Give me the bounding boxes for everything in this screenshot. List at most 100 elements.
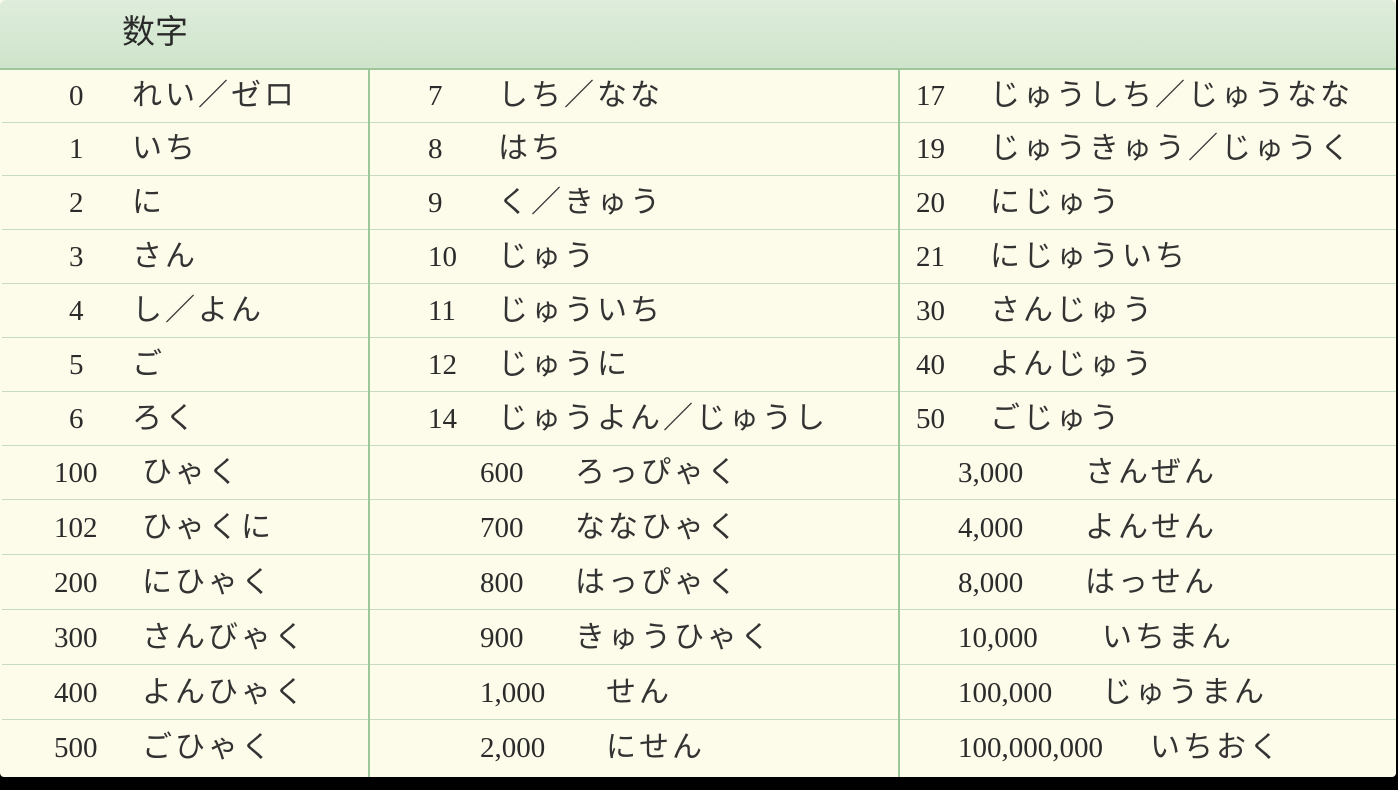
table-row: 5ご [2, 339, 368, 392]
table-header: 数字 [0, 0, 1396, 70]
table-row: 900 きゅうひゃく [370, 612, 898, 665]
number-value: 4,000 [958, 512, 1024, 544]
number-reading: れい／ゼロ [132, 78, 297, 113]
number-value: 12 [428, 349, 457, 381]
number-value: 200 [54, 567, 98, 599]
table-row: 4,000 よんせん [900, 502, 1396, 555]
table-row: 12 じゅうに [370, 339, 898, 392]
number-value: 21 [916, 241, 945, 273]
number-value: 50 [916, 403, 945, 435]
number-reading: じゅう [498, 239, 597, 274]
number-reading: にひゃく [142, 565, 274, 600]
number-value: 0 [69, 80, 84, 112]
number-reading: さん [132, 239, 198, 274]
number-reading: はっせん [1085, 565, 1217, 600]
number-reading: せん [606, 675, 672, 710]
table-row: 8,000 はっせん [900, 557, 1396, 610]
table-row: 0 れい／ゼロ [2, 70, 368, 123]
number-value: 20 [916, 187, 945, 219]
number-reading: よんひゃく [142, 675, 307, 710]
number-value: 1,000 [480, 677, 546, 709]
table-row: 4 し／よん [2, 285, 368, 338]
table-row: 100,000,000 いちおく [900, 722, 1396, 774]
number-reading: はち [498, 131, 564, 166]
number-value: 2,000 [480, 732, 546, 764]
number-reading: ななひゃく [575, 510, 740, 545]
table-row: 700 ななひゃく [370, 502, 898, 555]
number-reading: に [132, 185, 165, 220]
number-value: 10 [428, 241, 457, 273]
number-value: 14 [428, 403, 457, 435]
number-value: 800 [480, 567, 524, 599]
number-reading: さんびゃく [142, 620, 307, 655]
table-row: 10,000 いちまん [900, 612, 1396, 665]
number-reading: さんぜん [1085, 455, 1217, 490]
number-value: 900 [480, 622, 524, 654]
table-row: 1,000 せん [370, 667, 898, 720]
number-value: 102 [54, 512, 98, 544]
number-reading: く／きゅう [498, 185, 663, 220]
numbers-table: 数字 0 れい／ゼロ 1 いち 2 に 3 さん 4 し／よん 5 ご 6 ろく 100 ひゃく 102 ひゃくに… [0, 0, 1396, 777]
number-value: 9 [428, 187, 443, 219]
number-value: 40 [916, 349, 945, 381]
number-reading: ろく [132, 401, 198, 436]
number-reading: よんせん [1085, 510, 1217, 545]
table-row: 400 よんひゃく [2, 667, 368, 720]
number-value: 400 [54, 677, 98, 709]
table-row: 2,000 にせん [370, 722, 898, 774]
number-reading: ごひゃく [142, 730, 274, 765]
table-row: 20 にじゅう [900, 177, 1396, 230]
table-row: 1 いち [2, 123, 368, 176]
number-value: 10,000 [958, 622, 1038, 654]
number-reading: ろっぴゃく [575, 455, 740, 490]
number-reading: いちまん [1102, 620, 1234, 655]
table-row: 40 よんじゅう [900, 339, 1396, 392]
number-reading: ひゃくに [142, 510, 274, 545]
number-reading: いち [132, 131, 198, 166]
number-value: 1 [69, 133, 84, 165]
number-reading: はっぴゃく [575, 565, 740, 600]
number-value: 100 [54, 457, 98, 489]
table-row: 3 さん [2, 231, 368, 284]
number-value: 100,000 [958, 677, 1053, 709]
table-row: 11 じゅういち [370, 285, 898, 338]
table-row: 6 ろく [2, 393, 368, 446]
column-3: 17 じゅうしち／じゅうなな 19 じゅうきゅう／じゅうく 20 にじゅう 21 にじゅういち… [900, 70, 1396, 777]
table-row: 300 さんびゃく [2, 612, 368, 665]
table-row: 19 じゅうきゅう／じゅうく [900, 123, 1396, 176]
number-value: 4 [69, 295, 84, 327]
column-1: 0 れい／ゼロ 1 いち 2 に 3 さん 4 し／よん 5 ご 6 ろく 100 ひゃく 102 ひゃくに 200… [2, 70, 370, 777]
table-row: 2に [2, 177, 368, 230]
number-value: 17 [916, 80, 945, 112]
table-row: 14 じゅうよん／じゅうし [370, 393, 898, 446]
number-reading: ひゃく [142, 455, 241, 490]
number-value: 8,000 [958, 567, 1024, 599]
table-row: 3,000 さんぜん [900, 447, 1396, 500]
number-value: 100,000,000 [958, 732, 1103, 764]
column-2: 7 しち／なな 8 はち 9 く／きゅう 10 じゅう 11 じゅういち 12 じゅうに 14 じゅうよん… [370, 70, 900, 777]
number-reading: じゅうよん／じゅうし [498, 401, 828, 436]
number-reading: いちおく [1150, 730, 1282, 765]
number-reading: にじゅう [990, 185, 1122, 220]
number-value: 300 [54, 622, 98, 654]
number-reading: ご [132, 347, 165, 382]
number-value: 30 [916, 295, 945, 327]
number-reading: じゅうまん [1102, 675, 1267, 710]
number-reading: じゅうに [498, 347, 630, 382]
table-row: 200 にひゃく [2, 557, 368, 610]
number-reading: さんじゅう [990, 293, 1155, 328]
number-value: 600 [480, 457, 524, 489]
table-row: 50 ごじゅう [900, 393, 1396, 446]
number-reading: しち／なな [498, 78, 663, 113]
number-value: 5 [69, 349, 84, 381]
number-reading: にじゅういち [990, 239, 1188, 274]
number-reading: じゅうしち／じゅうなな [990, 78, 1353, 113]
number-reading: ごじゅう [990, 401, 1122, 436]
table-row: 8 はち [370, 123, 898, 176]
number-value: 7 [428, 80, 443, 112]
number-value: 6 [69, 403, 84, 435]
number-value: 2 [69, 187, 84, 219]
table-row: 500 ごひゃく [2, 722, 368, 774]
table-row: 102 ひゃくに [2, 502, 368, 555]
table-row: 7 しち／なな [370, 70, 898, 123]
